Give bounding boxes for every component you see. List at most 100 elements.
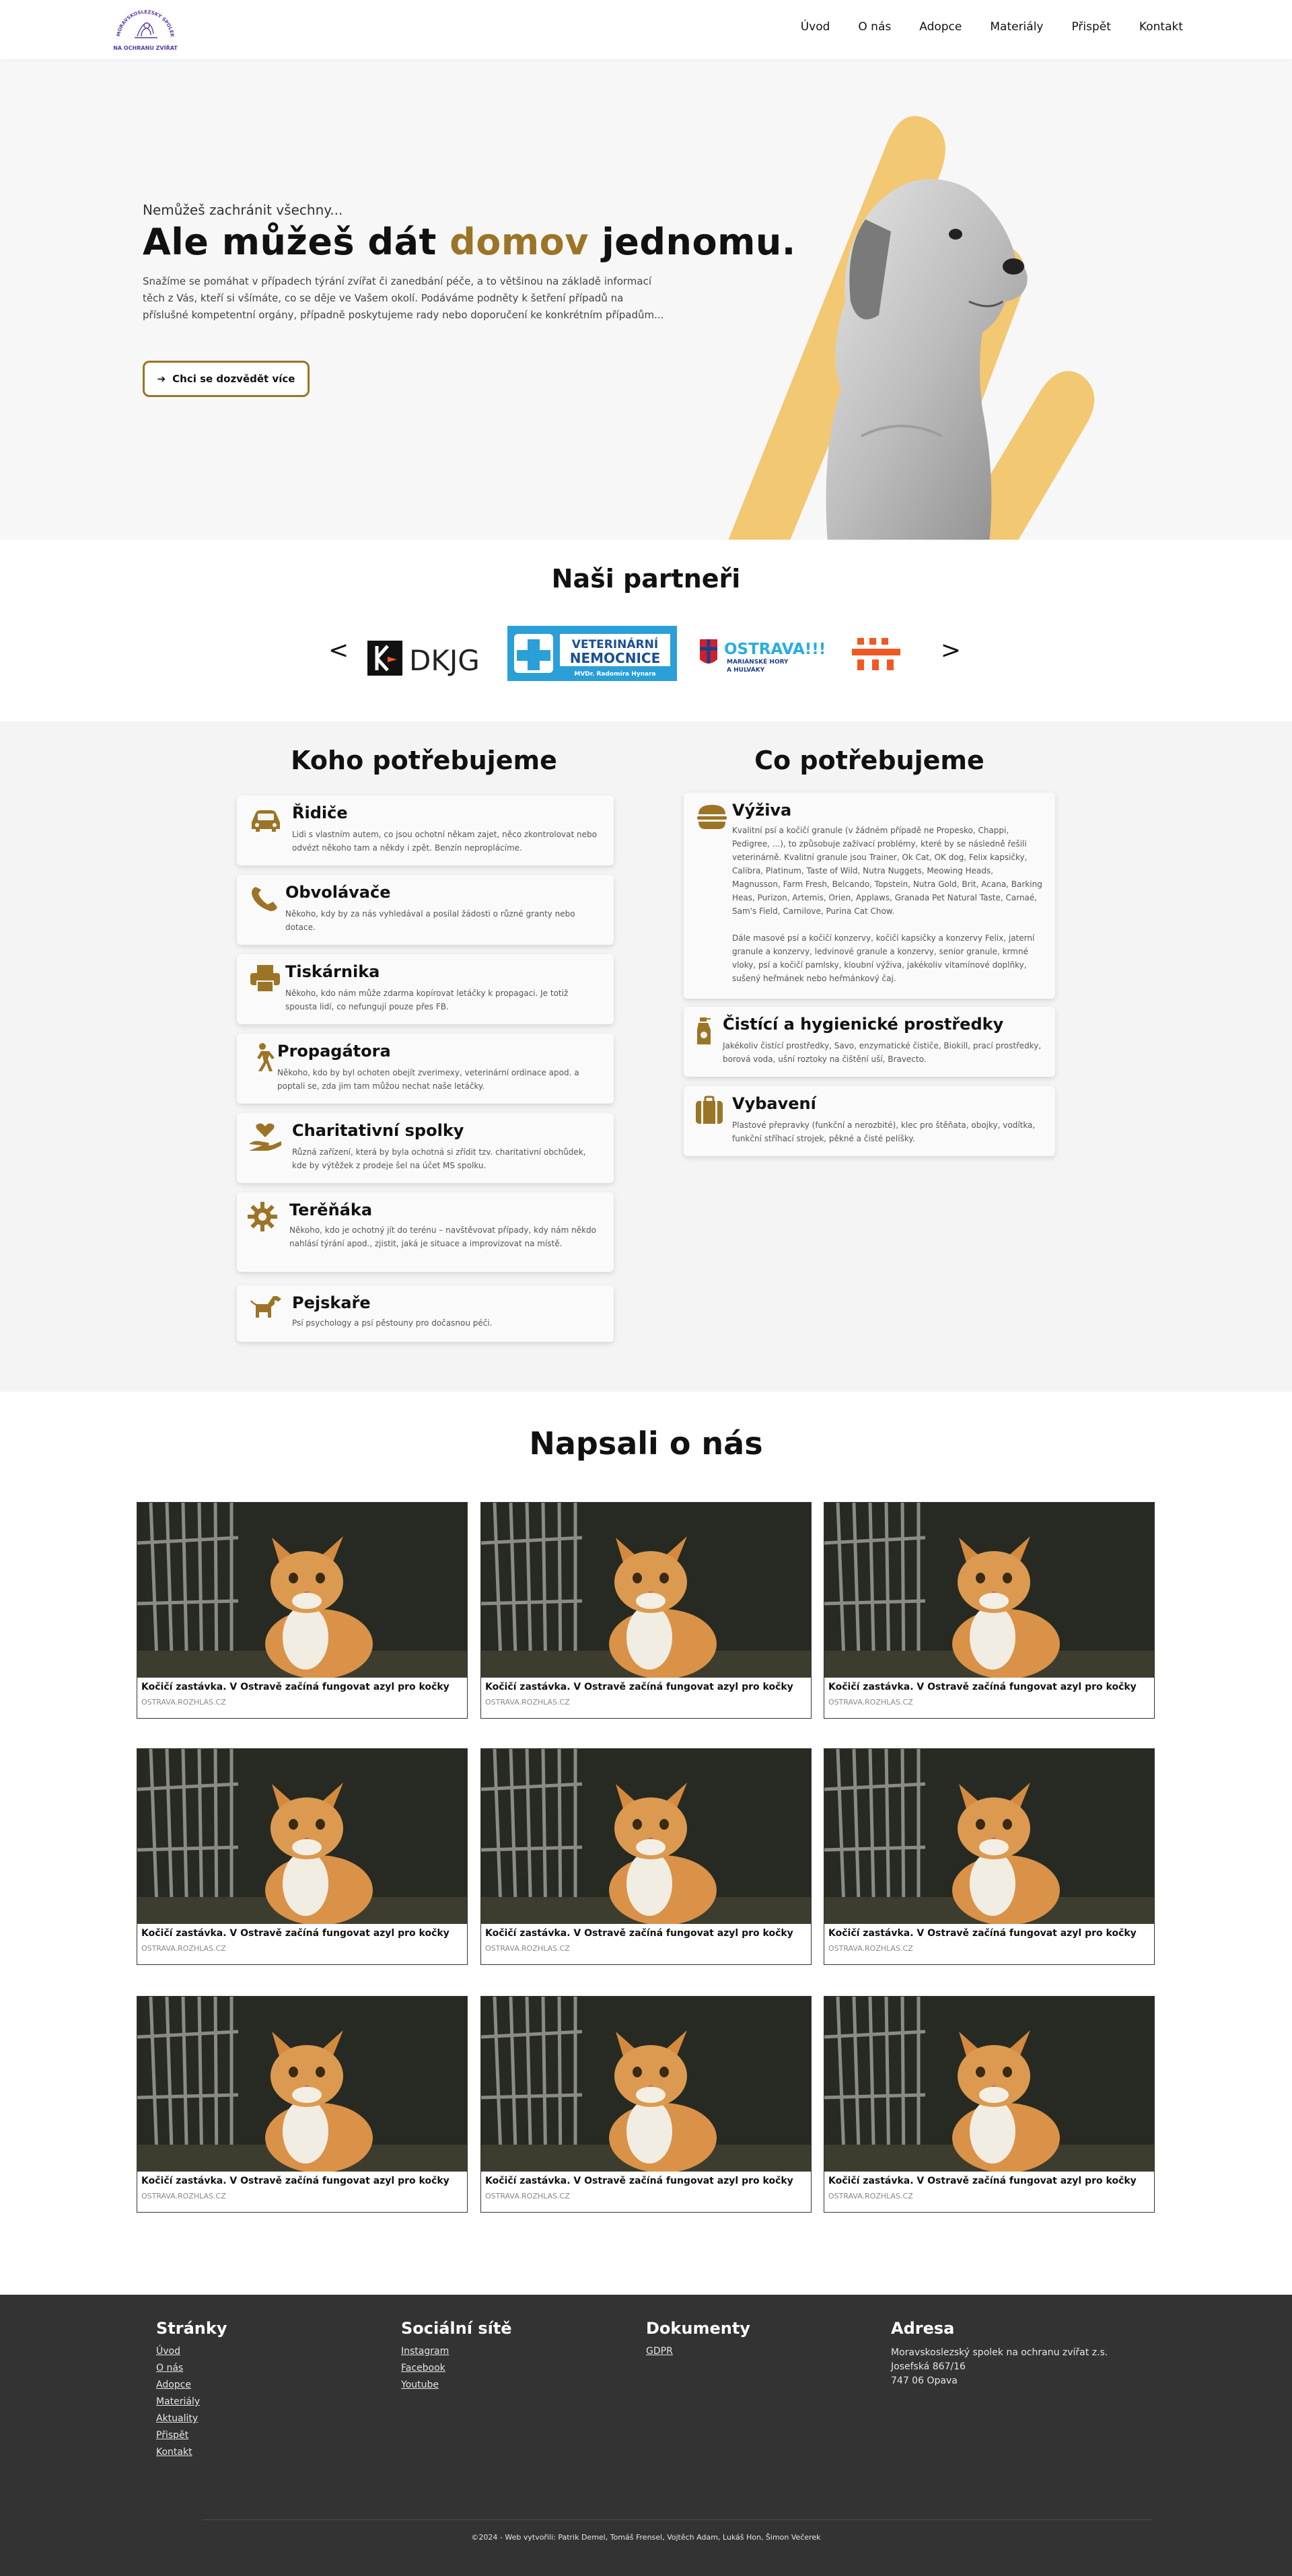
gear-icon [248,1202,277,1231]
hero-title-accent: domov [450,221,589,263]
article-card[interactable]: Kočičí zastávka. V Ostravě začíná fungov… [824,1502,1155,1719]
partner-logo-ostrava[interactable]: OSTRAVA!!! MARIÁNSKÉ HORY A HULVÁKY [697,626,832,681]
article-card[interactable]: Kočičí zastávka. V Ostravě začíná fungov… [480,1502,812,1719]
footer-link-kontakt[interactable]: Kontakt [156,2447,227,2458]
burger-icon [697,805,727,829]
article-cat-image [824,1997,1154,2172]
footer-link-uvod[interactable]: Úvod [156,2346,227,2357]
svg-text:MVDr. Radomíra Hynara: MVDr. Radomíra Hynara [574,671,655,678]
article-source: OSTRAVA.ROZHLAS.CZ [141,1698,226,1707]
footer-divider [202,2519,1152,2520]
need-card-charitativni-spolky: Charitativní spolky Různá zařízení, kter… [237,1113,614,1183]
hand-heart-icon [249,1123,281,1151]
need-text: Jakékoliv čistící prostředky, Savo, enzy… [723,1041,1042,1064]
article-title: Kočičí zastávka. V Ostravě začíná fungov… [141,1682,450,1692]
need-title: Obvolávače [285,883,391,902]
need-text: Někoho, kdy by za nás vyhledával a posíl… [285,909,575,932]
need-text: Někoho, kdo by byl ochoten obejít zverim… [277,1068,579,1091]
article-title: Kočičí zastávka. V Ostravě začíná fungov… [141,2176,450,2186]
need-card-ridice: Řidiče Lidi s vlastním autem, co jsou oc… [237,795,614,865]
need-text: Plastové přepravky (funkční a nerozbité)… [732,1120,1036,1143]
article-title: Kočičí zastávka. V Ostravě začíná fungov… [485,2176,793,2186]
arrow-right-icon: ➔ [157,373,166,385]
article-card[interactable]: Kočičí zastávka. V Ostravě začíná fungov… [137,1748,468,1965]
article-source: OSTRAVA.ROZHLAS.CZ [141,1944,226,1953]
nav-link-uvod[interactable]: Úvod [801,20,830,34]
site-header: MORAVSKOSLEZSKÝ SPOLEK NA OCHRANU ZVÍŘAT… [0,0,1292,59]
nav-link-o-nas[interactable]: O nás [858,20,891,34]
footer-link-gdpr[interactable]: GDPR [646,2346,750,2357]
footer-link-prispet[interactable]: Přispět [156,2430,227,2441]
partner-logo-dkjg[interactable]: DKJG [367,626,489,681]
footer-copyright: ©2024 - Web vytvořili: Patrik Demel, Tom… [471,2533,821,2542]
article-card[interactable]: Kočičí zastávka. V Ostravě začíná fungov… [480,1996,812,2213]
article-cat-image [137,1749,467,1924]
svg-text:MARIÁNSKÉ HORY: MARIÁNSKÉ HORY [727,657,789,666]
footer-address-title: Adresa [891,2319,955,2338]
article-source: OSTRAVA.ROZHLAS.CZ [141,2192,226,2201]
partner-logo-veterinarni-nemocnice[interactable]: VETERINÁRNÍ NEMOCNICE MVDr. Radomíra Hyn… [507,626,677,681]
article-title: Kočičí zastávka. V Ostravě začíná fungov… [485,1682,793,1692]
article-source: OSTRAVA.ROZHLAS.CZ [828,1944,913,1953]
nav-link-adopce[interactable]: Adopce [919,20,962,34]
phone-icon [252,887,277,911]
need-title: Charitativní spolky [292,1121,464,1140]
footer-address: Adresa Moravskoslezský spolek na ochranu… [891,2319,1108,2388]
need-card-terenaka: Terěňáka Někoho, kdo je ochotný jít do t… [237,1192,614,1272]
carousel-next-button[interactable]: > [941,637,961,664]
article-cat-image [824,1503,1154,1678]
footer-link-aktuality[interactable]: Aktuality [156,2413,227,2424]
footer-docs-title: Dokumenty [646,2319,750,2338]
need-title: Propagátora [277,1042,391,1061]
need-title: Pejskaře [292,1293,371,1312]
article-cat-image [481,1749,811,1924]
article-cat-image [481,1503,811,1678]
article-card[interactable]: Kočičí zastávka. V Ostravě začíná fungov… [824,1996,1155,2213]
article-card[interactable]: Kočičí zastávka. V Ostravě začíná fungov… [480,1748,812,1965]
footer-link-materialy[interactable]: Materiály [156,2396,227,2407]
article-card[interactable]: Kočičí zastávka. V Ostravě začíná fungov… [824,1748,1155,1965]
partner-logo-bitbox[interactable] [852,626,906,681]
article-source: OSTRAVA.ROZHLAS.CZ [485,1698,570,1707]
article-source: OSTRAVA.ROZHLAS.CZ [828,1698,913,1707]
learn-more-button[interactable]: ➔ Chci se dozvědět více [143,361,310,397]
address-city: 747 06 Opava [891,2375,958,2386]
nav-link-materialy[interactable]: Materiály [990,20,1043,34]
article-cat-image [137,1503,467,1678]
svg-text:VETERINÁRNÍ: VETERINÁRNÍ [572,637,658,651]
need-title: Čistící a hygienické prostředky [723,1015,1004,1034]
need-card-vyziva: Výživa Kvalitní psí a kočičí granule (v … [684,793,1055,999]
nav-link-prispet[interactable]: Přispět [1071,20,1110,34]
need-text: Kvalitní psí a kočičí granule (v žádném … [732,826,1042,916]
carousel-prev-button[interactable]: < [328,637,349,664]
article-card[interactable]: Kočičí zastávka. V Ostravě začíná fungov… [137,1502,468,1719]
need-card-cistici-prostredky: Čistící a hygienické prostředky Jakékoli… [684,1007,1055,1077]
need-title: Vybavení [732,1094,816,1113]
need-text: Psí psychology a psí pěstouny pro dočasn… [292,1318,493,1328]
need-text: Někoho, kdo nám může zdarma kopírovat le… [285,989,569,1011]
articles-title: Napsali o nás [529,1425,763,1462]
footer-link-youtube[interactable]: Youtube [401,2380,512,2390]
footer-pages: Stránky Úvod O nás Adopce Materiály Aktu… [156,2319,227,2464]
need-text: Lidi s vlastním autem, co jsou ochotní n… [292,830,597,853]
svg-text:A HULVÁKY: A HULVÁKY [727,666,765,674]
nav-link-kontakt[interactable]: Kontakt [1139,20,1183,34]
article-title: Kočičí zastávka. V Ostravě začíná fungov… [828,1928,1137,1939]
footer-link-o-nas[interactable]: O nás [156,2363,227,2373]
footer-link-facebook[interactable]: Facebook [401,2363,512,2373]
article-title: Kočičí zastávka. V Ostravě začíná fungov… [485,1928,793,1939]
need-title: Terěňáka [289,1201,373,1219]
need-text: Někoho, kdo je ochotný jít do terénu – n… [289,1225,596,1248]
who-we-need-title: Koho potřebujeme [291,746,557,775]
need-card-vybaveni: Vybavení Plastové přepravky (funkční a n… [684,1086,1055,1156]
needs-section: Koho potřebujeme Co potřebujeme Řidiče L… [0,721,1292,1392]
address-org: Moravskoslezský spolek na ochranu zvířat… [891,2347,1108,2358]
hero-dog-image [728,116,1095,540]
article-card[interactable]: Kočičí zastávka. V Ostravě začíná fungov… [137,1996,468,2213]
footer-link-instagram[interactable]: Instagram [401,2346,512,2357]
footer-link-adopce[interactable]: Adopce [156,2380,227,2390]
partners-title: Naši partneři [551,564,741,594]
what-we-need-title: Co potřebujeme [754,746,984,775]
hero-title: Ale můžeš dát domov jednomu. [143,221,796,263]
site-logo[interactable]: MORAVSKOSLEZSKÝ SPOLEK NA OCHRANU ZVÍŘAT [108,5,183,54]
